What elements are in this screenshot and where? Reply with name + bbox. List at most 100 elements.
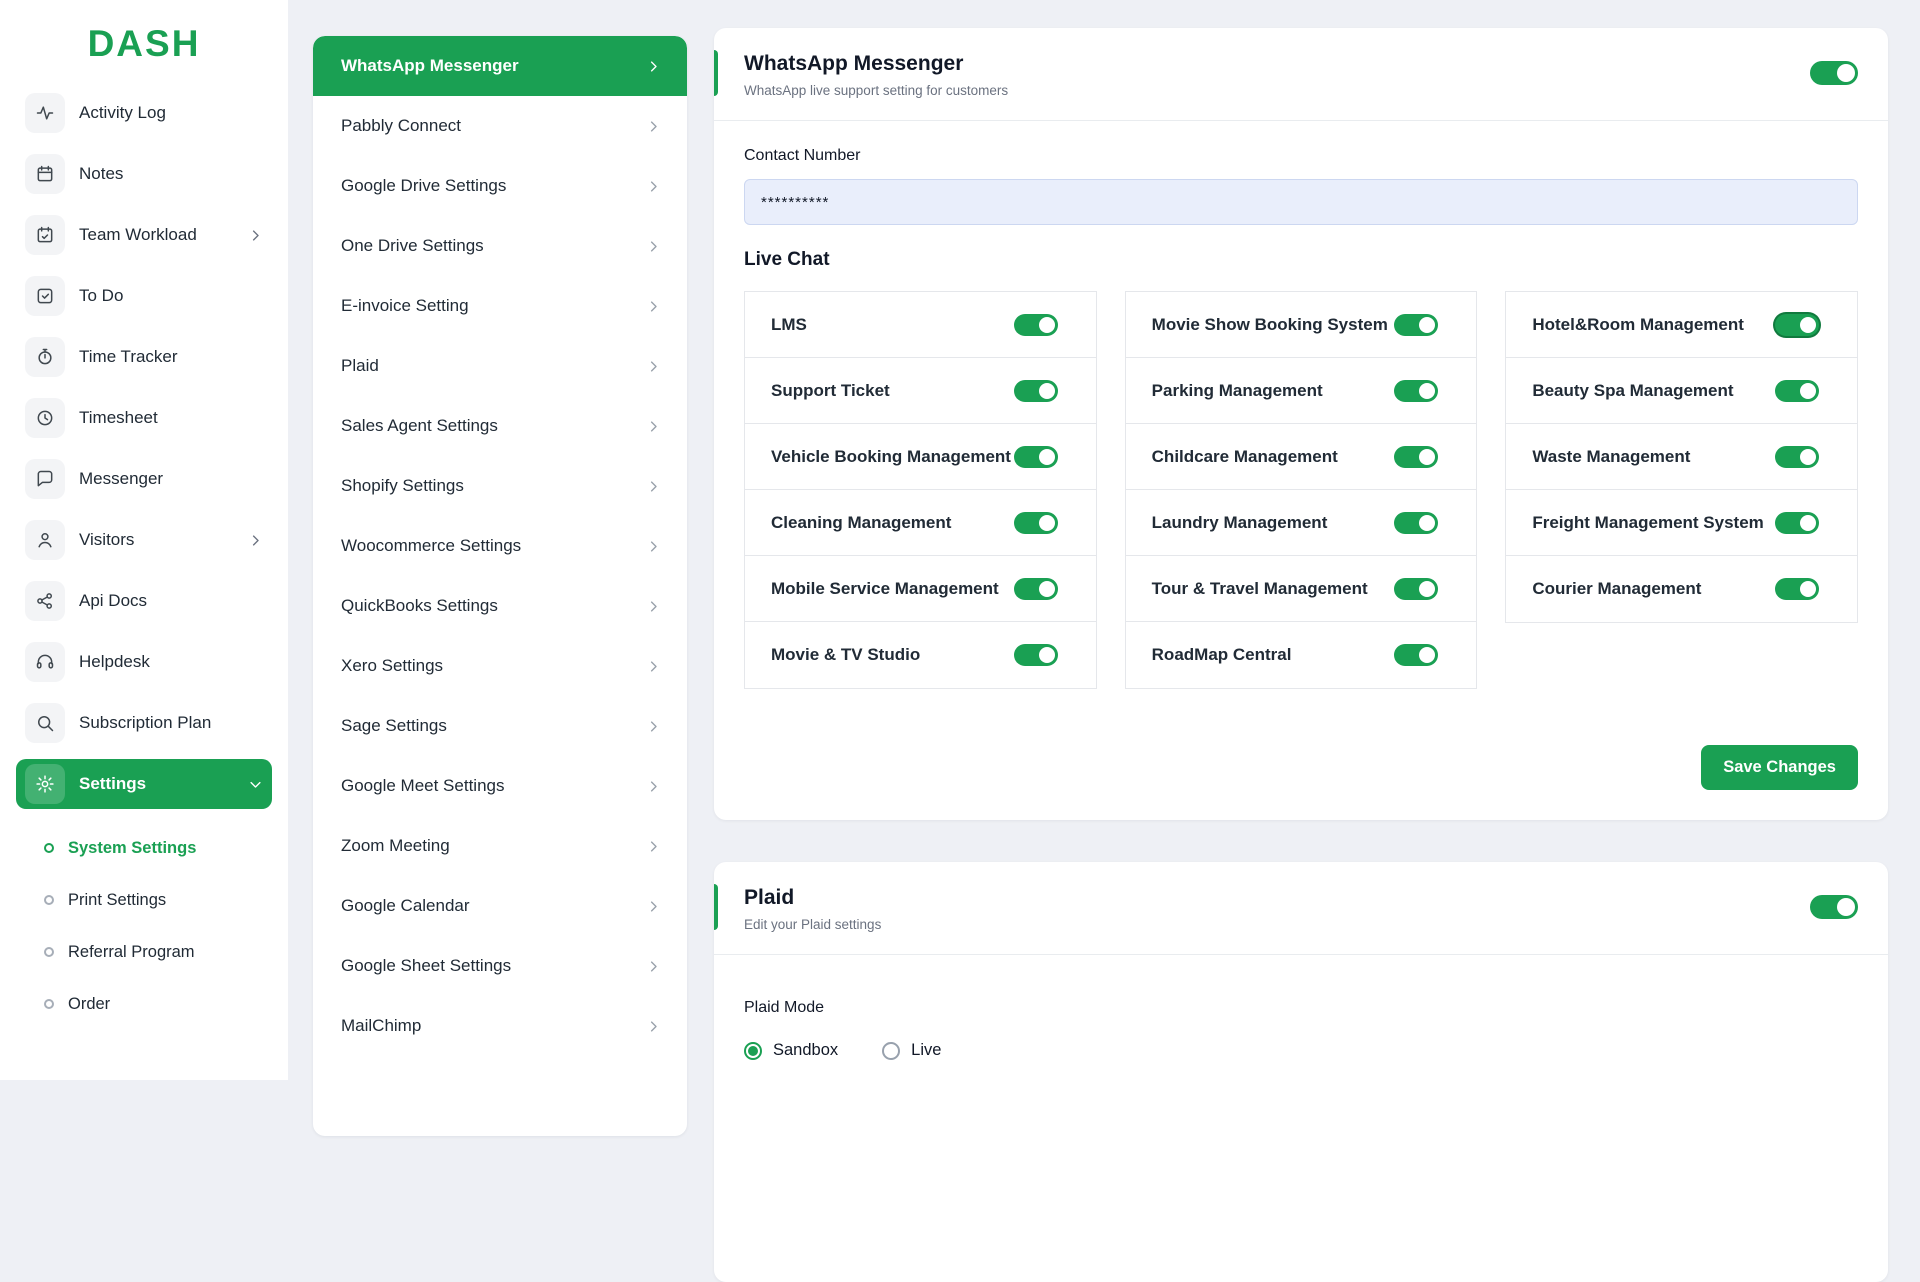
module-toggle[interactable] xyxy=(1775,380,1819,402)
chevron-right-icon xyxy=(646,59,661,74)
settings-nav-item-mailchimp[interactable]: MailChimp xyxy=(313,996,687,1056)
nav-item-label: E-invoice Setting xyxy=(341,296,469,316)
nav-item-label: One Drive Settings xyxy=(341,236,484,256)
settings-nav-panel: WhatsApp Messenger Pabbly Connect Google… xyxy=(313,36,687,1136)
module-toggle[interactable] xyxy=(1394,314,1438,336)
nav-item-label: Plaid xyxy=(341,356,379,376)
module-toggle[interactable] xyxy=(1775,314,1819,336)
settings-nav-item-sales-agent[interactable]: Sales Agent Settings xyxy=(313,396,687,456)
settings-nav-item-google-calendar[interactable]: Google Calendar xyxy=(313,876,687,936)
sidebar-item-label: Settings xyxy=(79,774,146,794)
chevron-right-icon xyxy=(646,659,661,674)
module-toggle[interactable] xyxy=(1014,578,1058,600)
chevron-right-icon xyxy=(646,299,661,314)
bullet-icon xyxy=(44,895,54,905)
settings-nav-item-whatsapp-messenger[interactable]: WhatsApp Messenger xyxy=(313,36,687,96)
module-toggle[interactable] xyxy=(1014,644,1058,666)
save-changes-button[interactable]: Save Changes xyxy=(1701,745,1858,790)
module-label: Parking Management xyxy=(1152,381,1323,401)
settings-nav-item-quickbooks[interactable]: QuickBooks Settings xyxy=(313,576,687,636)
settings-nav-item-pabbly-connect[interactable]: Pabbly Connect xyxy=(313,96,687,156)
module-row-waste: Waste Management xyxy=(1506,424,1857,490)
contact-number-input[interactable] xyxy=(744,179,1858,225)
module-row-vehicle-booking: Vehicle Booking Management xyxy=(745,424,1096,490)
module-toggle[interactable] xyxy=(1394,644,1438,666)
module-toggle[interactable] xyxy=(1014,380,1058,402)
settings-nav-item-plaid[interactable]: Plaid xyxy=(313,336,687,396)
accent-bar xyxy=(714,50,718,96)
settings-sub-nav: System Settings Print Settings Referral … xyxy=(0,820,288,1030)
plaid-mode-live-option[interactable]: Live xyxy=(882,1041,941,1060)
module-toggle[interactable] xyxy=(1394,512,1438,534)
bullet-icon xyxy=(44,947,54,957)
sidebar-item-label: Api Docs xyxy=(79,591,147,611)
radio-icon[interactable] xyxy=(744,1042,762,1060)
settings-nav-item-woocommerce[interactable]: Woocommerce Settings xyxy=(313,516,687,576)
whatsapp-enabled-toggle[interactable] xyxy=(1810,61,1858,85)
sidebar-item-activity-log[interactable]: Activity Log xyxy=(16,88,272,138)
module-toggle[interactable] xyxy=(1014,512,1058,534)
module-label: Movie Show Booking System xyxy=(1152,315,1388,335)
sidebar-item-time-tracker[interactable]: Time Tracker xyxy=(16,332,272,382)
sidebar-item-api-docs[interactable]: Api Docs xyxy=(16,576,272,626)
sidebar-item-subscription-plan[interactable]: Subscription Plan xyxy=(16,698,272,748)
sidebar-nav: Activity Log Notes Team Workload To Do xyxy=(0,88,288,809)
module-label: Laundry Management xyxy=(1152,513,1328,533)
settings-nav-item-shopify[interactable]: Shopify Settings xyxy=(313,456,687,516)
sub-item-print-settings[interactable]: Print Settings xyxy=(44,874,272,926)
module-toggle[interactable] xyxy=(1775,512,1819,534)
settings-nav-item-google-sheet[interactable]: Google Sheet Settings xyxy=(313,936,687,996)
sidebar-item-label: Helpdesk xyxy=(79,652,150,672)
sidebar-item-team-workload[interactable]: Team Workload xyxy=(16,210,272,260)
check-square-icon xyxy=(25,276,65,316)
sub-item-order[interactable]: Order xyxy=(44,978,272,1030)
module-toggle[interactable] xyxy=(1394,380,1438,402)
module-label: Cleaning Management xyxy=(771,513,951,533)
notes-icon xyxy=(25,154,65,194)
chevron-right-icon xyxy=(646,839,661,854)
settings-nav-item-xero[interactable]: Xero Settings xyxy=(313,636,687,696)
module-toggle[interactable] xyxy=(1775,578,1819,600)
bullet-icon xyxy=(44,843,54,853)
module-toggle[interactable] xyxy=(1014,314,1058,336)
sidebar-item-label: Timesheet xyxy=(79,408,158,428)
radio-icon[interactable] xyxy=(882,1042,900,1060)
nav-item-label: Xero Settings xyxy=(341,656,443,676)
sidebar-item-notes[interactable]: Notes xyxy=(16,149,272,199)
gear-icon xyxy=(25,764,65,804)
module-label: RoadMap Central xyxy=(1152,645,1292,665)
accent-bar xyxy=(714,884,718,930)
settings-nav-item-e-invoice[interactable]: E-invoice Setting xyxy=(313,276,687,336)
module-toggle[interactable] xyxy=(1775,446,1819,468)
plaid-mode-sandbox-option[interactable]: Sandbox xyxy=(744,1041,838,1060)
nav-item-label: Zoom Meeting xyxy=(341,836,450,856)
sub-item-referral-program[interactable]: Referral Program xyxy=(44,926,272,978)
sub-item-system-settings[interactable]: System Settings xyxy=(44,822,272,874)
sub-item-label: System Settings xyxy=(68,839,196,858)
sidebar-item-to-do[interactable]: To Do xyxy=(16,271,272,321)
sidebar-item-helpdesk[interactable]: Helpdesk xyxy=(16,637,272,687)
settings-nav-item-zoom-meeting[interactable]: Zoom Meeting xyxy=(313,816,687,876)
sidebar-item-visitors[interactable]: Visitors xyxy=(16,515,272,565)
sidebar-item-timesheet[interactable]: Timesheet xyxy=(16,393,272,443)
modules-column-1: LMS Support Ticket Vehicle Booking Manag… xyxy=(744,291,1097,689)
sidebar-item-messenger[interactable]: Messenger xyxy=(16,454,272,504)
plaid-mode-label: Plaid Mode xyxy=(744,999,1858,1017)
plaid-enabled-toggle[interactable] xyxy=(1810,895,1858,919)
settings-nav-item-google-drive[interactable]: Google Drive Settings xyxy=(313,156,687,216)
module-label: Tour & Travel Management xyxy=(1152,579,1368,599)
stopwatch-icon xyxy=(25,337,65,377)
module-label: Mobile Service Management xyxy=(771,579,999,599)
sub-item-label: Referral Program xyxy=(68,943,195,962)
module-toggle[interactable] xyxy=(1394,578,1438,600)
settings-nav-item-google-meet[interactable]: Google Meet Settings xyxy=(313,756,687,816)
settings-nav-item-sage[interactable]: Sage Settings xyxy=(313,696,687,756)
activity-icon xyxy=(25,93,65,133)
chevron-right-icon xyxy=(646,479,661,494)
card-title: Plaid xyxy=(744,886,881,910)
sidebar-item-settings[interactable]: Settings xyxy=(16,759,272,809)
sidebar-item-label: Visitors xyxy=(79,530,134,550)
module-toggle[interactable] xyxy=(1394,446,1438,468)
module-toggle[interactable] xyxy=(1014,446,1058,468)
settings-nav-item-one-drive[interactable]: One Drive Settings xyxy=(313,216,687,276)
